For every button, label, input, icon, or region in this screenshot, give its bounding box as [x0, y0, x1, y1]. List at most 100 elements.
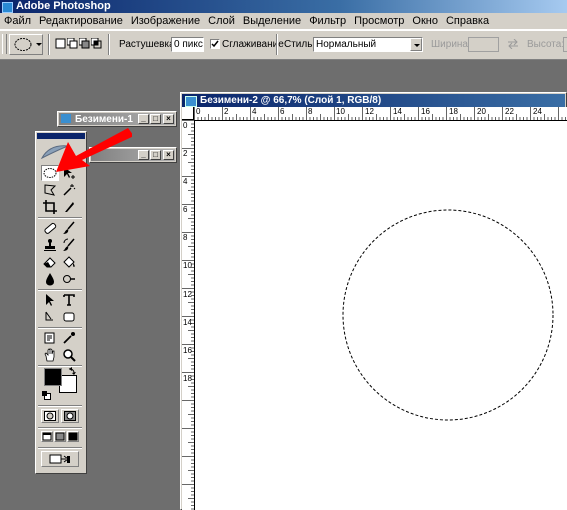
toolbox-separator — [38, 405, 82, 407]
height-input[interactable] — [563, 37, 567, 52]
document-icon — [185, 96, 197, 107]
crop-tool[interactable] — [41, 199, 59, 215]
app-title-bar: Adobe Photoshop — [0, 0, 567, 13]
style-select[interactable]: Нормальный — [313, 37, 423, 52]
maximize-button[interactable]: □ — [150, 150, 161, 160]
add-selection-icon[interactable] — [66, 37, 78, 49]
full-screen-mode-button[interactable] — [67, 431, 79, 442]
zoom-tool[interactable] — [60, 347, 78, 363]
magic-wand-tool[interactable] — [60, 182, 78, 198]
pen-tool[interactable] — [41, 309, 59, 325]
toolbox-separator — [38, 447, 82, 449]
healing-brush-tool[interactable] — [41, 220, 59, 236]
eyedropper-icon — [63, 332, 75, 344]
antialias-checkbox[interactable] — [210, 39, 220, 49]
vruler-label-0: 0 — [183, 121, 188, 130]
path-selection-tool[interactable] — [41, 292, 59, 308]
menu-edit[interactable]: Редактирование — [35, 13, 127, 29]
menu-layer[interactable]: Слой — [204, 13, 239, 29]
chevron-down-icon — [414, 44, 420, 47]
quick-mask-icon — [64, 411, 76, 421]
drop-icon — [46, 273, 54, 286]
document-window-2-title: Безимени-2 @ 66,7% (Слой 1, RGB/8) — [200, 95, 382, 106]
swap-dimensions-icon[interactable] — [507, 39, 519, 49]
menu-help[interactable]: Справка — [442, 13, 493, 29]
default-colors-icon[interactable] — [42, 391, 51, 400]
options-bar: Растушевка: 0 пикс Сглаживание Стиль: Но… — [0, 30, 567, 60]
hruler-label-18: 18 — [449, 107, 458, 116]
minimize-button[interactable]: _ — [138, 114, 149, 124]
screen-mode-icon — [55, 432, 65, 441]
history-brush-tool[interactable] — [60, 237, 78, 253]
document-canvas[interactable] — [195, 121, 567, 510]
eraser-tool[interactable] — [41, 254, 59, 270]
notes-icon — [44, 332, 55, 344]
full-screen-menu-mode-button[interactable] — [54, 431, 66, 442]
intersect-selection-icon[interactable] — [90, 37, 102, 49]
history-brush-icon — [63, 238, 75, 251]
brush-icon — [63, 221, 75, 234]
subtract-selection-icon[interactable] — [78, 37, 90, 49]
menu-view[interactable]: Просмотр — [350, 13, 408, 29]
style-label: Стиль: — [284, 39, 316, 50]
vruler-label-6: 6 — [183, 205, 188, 214]
crop-icon — [43, 200, 57, 214]
chevron-down-icon — [36, 43, 42, 46]
eyedropper-tool[interactable] — [60, 330, 78, 346]
standard-screen-mode-button[interactable] — [41, 431, 53, 442]
slice-tool[interactable] — [60, 199, 78, 215]
imageready-icon — [49, 454, 70, 464]
toolbox-separator — [38, 289, 82, 291]
jump-to-imageready-button[interactable] — [41, 451, 79, 467]
horizontal-ruler[interactable]: 0 2 4 6 8 10 12 14 16 18 20 22 24 — [194, 107, 567, 121]
toolbox-separator — [38, 217, 82, 219]
options-grip[interactable] — [2, 34, 7, 54]
screen-mode-icon — [42, 432, 52, 441]
menu-window[interactable]: Окно — [408, 13, 442, 29]
magnifier-icon — [63, 349, 76, 362]
ruler-origin[interactable] — [182, 107, 194, 120]
lasso-tool[interactable] — [41, 182, 59, 198]
menu-select[interactable]: Выделение — [239, 13, 305, 29]
width-input[interactable] — [468, 37, 499, 52]
vruler-label-12: 12 — [183, 290, 192, 299]
checkmark-icon — [211, 40, 219, 48]
toolbox-separator — [38, 327, 82, 329]
magic-wand-icon — [63, 184, 76, 196]
blur-tool[interactable] — [41, 271, 59, 287]
foreground-color-swatch[interactable] — [44, 368, 62, 386]
swap-colors-icon[interactable] — [68, 366, 77, 375]
dodge-tool[interactable] — [60, 271, 78, 287]
clone-stamp-tool[interactable] — [41, 237, 59, 253]
standard-mode-button[interactable] — [41, 409, 59, 423]
maximize-button[interactable]: □ — [150, 114, 161, 124]
elliptical-selection-marquee[interactable] — [342, 209, 554, 421]
notes-tool[interactable] — [41, 330, 59, 346]
document-window-2-titlebar[interactable]: Безимени-2 @ 66,7% (Слой 1, RGB/8) — [182, 94, 565, 107]
menu-file[interactable]: Файл — [0, 13, 35, 29]
vruler-label-14: 14 — [183, 318, 192, 327]
menu-filter[interactable]: Фильтр — [305, 13, 350, 29]
rectangle-tool[interactable] — [60, 309, 78, 325]
eraser-icon — [43, 257, 56, 268]
hruler-label-20: 20 — [477, 107, 486, 116]
feather-label: Растушевка: — [119, 39, 178, 50]
type-tool[interactable] — [60, 292, 78, 308]
close-button[interactable]: × — [163, 150, 174, 160]
menu-image[interactable]: Изображение — [127, 13, 204, 29]
width-label: Ширина: — [431, 39, 471, 50]
hand-tool[interactable] — [41, 347, 59, 363]
new-selection-icon[interactable] — [55, 38, 66, 49]
screen-mode-icon — [68, 432, 78, 441]
tool-preset-picker[interactable] — [9, 34, 43, 55]
brush-tool[interactable] — [60, 220, 78, 236]
paint-bucket-tool[interactable] — [60, 254, 78, 270]
close-button[interactable]: × — [163, 114, 174, 124]
quick-mask-mode-button[interactable] — [61, 409, 79, 423]
minimize-button[interactable]: _ — [138, 150, 149, 160]
vertical-ruler[interactable]: 0 2 4 6 8 10 12 14 16 18 — [182, 120, 195, 510]
antialias-label: Сглаживание — [222, 39, 284, 50]
pen-icon — [45, 311, 53, 321]
style-dropdown-button[interactable] — [410, 38, 422, 51]
feather-input[interactable]: 0 пикс — [171, 37, 204, 52]
